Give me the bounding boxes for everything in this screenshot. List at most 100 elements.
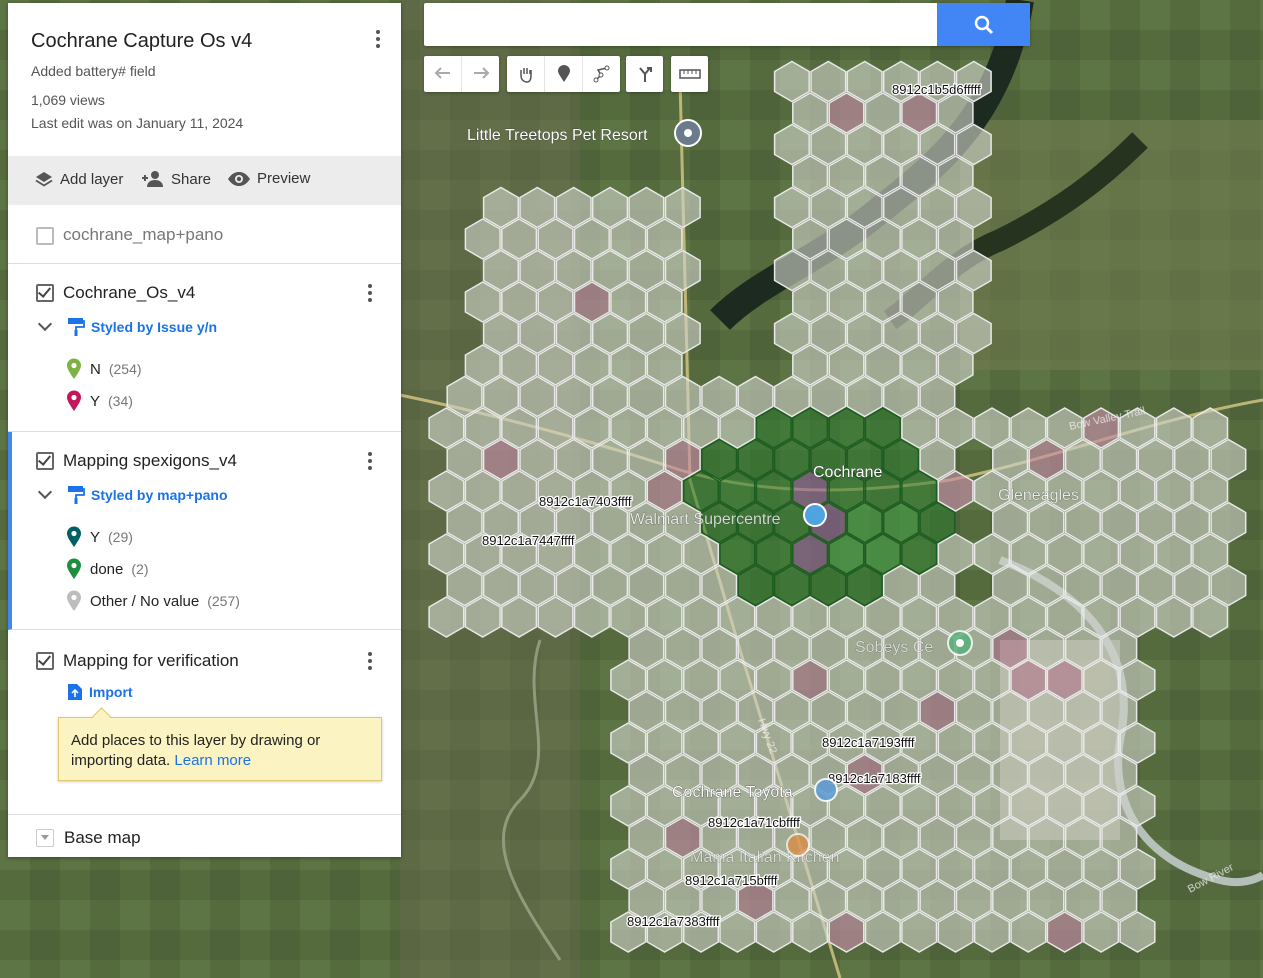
map-options-menu[interactable]: [368, 27, 388, 51]
layer-style-link[interactable]: Styled by Issue y/n: [67, 317, 217, 337]
preview-label: Preview: [257, 170, 311, 187]
directions-tool: [626, 56, 663, 92]
legend-count: (29): [108, 529, 133, 545]
legend-item[interactable]: Other / No value (257): [66, 590, 240, 612]
paint-roller-icon: [68, 486, 85, 504]
layer-name[interactable]: Mapping for verification: [63, 651, 239, 671]
import-file-icon: [68, 684, 82, 700]
legend-item[interactable]: done (2): [66, 558, 149, 580]
layer-cochrane-os-v4: Cochrane_Os_v4 Styled by Issue y/n N (25…: [8, 264, 401, 432]
directions-button[interactable]: [626, 56, 663, 92]
import-link[interactable]: Import: [67, 683, 133, 701]
cell-id-label: 8912c1a7403ffff: [539, 494, 632, 509]
layer-name[interactable]: Cochrane_Os_v4: [63, 283, 195, 303]
place-label: Walmart Supercentre: [630, 511, 781, 528]
add-person-icon: [142, 171, 163, 187]
place-label: Little Treetops Pet Resort: [467, 127, 648, 144]
marker-icon: [557, 65, 570, 82]
chevron-down-icon: [41, 835, 49, 840]
redo-icon: [473, 67, 489, 79]
panel-toolbar: Add layer Share Preview: [8, 156, 401, 205]
cell-id-label: 8912c1a7447ffff: [482, 533, 575, 548]
undo-button[interactable]: [424, 56, 462, 92]
legend-label: N: [90, 360, 101, 378]
place-pin[interactable]: [814, 778, 838, 802]
directions-icon: [638, 67, 652, 82]
marker-icon: [67, 358, 81, 379]
cell-id-label: 8912c1b5d6fffff: [892, 82, 981, 97]
layer-style-label: Styled by Issue y/n: [91, 319, 218, 335]
marker-icon: [67, 526, 81, 547]
share-label: Share: [171, 170, 212, 188]
measure-tool: [671, 56, 708, 92]
pan-tool-button[interactable]: [507, 56, 545, 92]
undo-icon: [434, 67, 450, 79]
search-input[interactable]: [434, 11, 928, 39]
base-map-label[interactable]: Base map: [64, 828, 141, 848]
legend-count: (34): [108, 393, 133, 409]
layer-options-menu[interactable]: [360, 281, 380, 305]
add-marker-button[interactable]: [545, 56, 583, 92]
legend-count: (2): [131, 561, 149, 577]
draw-line-button[interactable]: [583, 56, 620, 92]
layers-icon: [35, 172, 53, 187]
layer-options-menu[interactable]: [360, 649, 380, 673]
ruler-icon: [678, 69, 701, 79]
layer-visibility-checkbox[interactable]: [36, 652, 54, 670]
layer-options-menu[interactable]: [360, 449, 380, 473]
share-button[interactable]: Share: [141, 170, 211, 188]
base-map-expand-toggle[interactable]: [36, 829, 54, 847]
map-layers-panel: Cochrane Capture Os v4 Added battery# fi…: [8, 3, 401, 857]
hand-icon: [519, 68, 532, 83]
search-button[interactable]: [937, 3, 1030, 46]
measure-button[interactable]: [671, 56, 708, 92]
add-layer-label: Add layer: [60, 170, 124, 188]
legend-item[interactable]: Y (29): [66, 526, 133, 548]
add-layer-button[interactable]: Add layer: [34, 170, 123, 188]
collapse-chevron-icon[interactable]: [37, 484, 53, 500]
legend-item[interactable]: Y (34): [66, 390, 133, 412]
place-pin[interactable]: [674, 119, 702, 147]
layer-cochrane-map-pano: cochrane_map+pano: [8, 205, 401, 264]
layer-visibility-checkbox[interactable]: [36, 452, 54, 470]
preview-button[interactable]: Preview: [227, 170, 310, 187]
legend-item[interactable]: N (254): [66, 358, 142, 380]
view-count: 1,069 views: [31, 92, 105, 108]
map-description[interactable]: Added battery# field: [31, 63, 156, 79]
legend-count: (254): [108, 361, 142, 377]
cell-id-label: 8912c1a715bffff: [685, 873, 778, 888]
place-pin[interactable]: [947, 630, 973, 656]
layer-style-link[interactable]: Styled by map+pano: [67, 485, 228, 505]
line-icon: [593, 65, 609, 83]
layer-name[interactable]: cochrane_map+pano: [63, 225, 223, 245]
cell-id-label: 8912c1a7183ffff: [828, 771, 921, 786]
cell-id-label: 8912c1a71cbffff: [708, 815, 800, 830]
collapse-chevron-icon[interactable]: [37, 316, 53, 332]
legend-label: Other / No value: [90, 592, 200, 610]
learn-more-link[interactable]: Learn more: [174, 752, 251, 769]
base-map-section: Base map: [8, 815, 401, 857]
layer-style-label: Styled by map+pano: [91, 487, 228, 503]
layer-visibility-checkbox[interactable]: [36, 227, 54, 245]
place-label: Glenеagles: [998, 487, 1079, 504]
place-pin[interactable]: [786, 833, 810, 857]
last-edit: Last edit was on January 11, 2024: [31, 115, 244, 131]
map-title[interactable]: Cochrane Capture Os v4: [31, 30, 252, 53]
eye-icon: [228, 171, 250, 186]
legend-count: (257): [207, 593, 240, 609]
search-icon: [974, 15, 993, 34]
redo-button[interactable]: [462, 56, 499, 92]
panel-header: Cochrane Capture Os v4 Added battery# fi…: [8, 3, 401, 156]
legend-label: Y: [90, 392, 101, 410]
place-pin[interactable]: [803, 503, 827, 527]
marker-icon: [67, 390, 81, 411]
layer-mapping-spexigons-v4: Mapping spexigons_v4 Styled by map+pano …: [8, 432, 401, 630]
cell-id-label: 8912c1a7383ffff: [627, 914, 720, 929]
import-label: Import: [89, 684, 133, 700]
layer-help-tooltip: Add places to this layer by drawing or i…: [58, 717, 382, 781]
legend-label: Y: [90, 528, 101, 546]
place-label: Cochrane: [813, 464, 882, 481]
layer-name[interactable]: Mapping spexigons_v4: [63, 451, 237, 471]
layer-visibility-checkbox[interactable]: [36, 284, 54, 302]
cell-id-label: 8912c1a7193ffff: [822, 735, 915, 750]
